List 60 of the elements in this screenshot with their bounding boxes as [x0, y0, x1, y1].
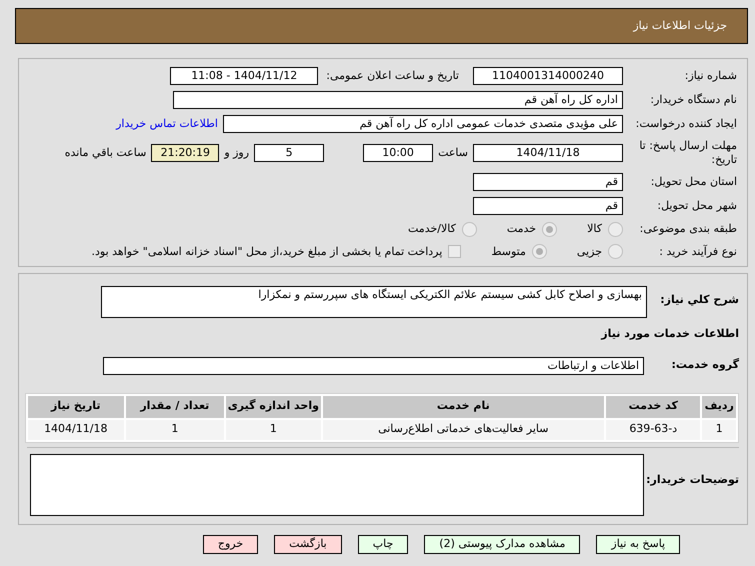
checkbox-label: پرداخت تمام یا بخشی از مبلغ خرید،از محل "اسناد خزانه اسلامی" خواهد بود. — [92, 244, 442, 260]
action-button[interactable]: خروج — [202, 534, 258, 554]
field-label: شماره نیاز: — [684, 68, 737, 84]
column-header: نام خدمت — [322, 396, 604, 418]
option-label: خدمت — [506, 221, 536, 237]
text-field[interactable]: اداره کل راه آهن قم — [173, 91, 623, 109]
text-field[interactable]: 1404/11/12 - 11:08 — [170, 67, 318, 85]
field-label: استان محل تحویل: — [650, 174, 737, 190]
column-header: کد خدمت — [606, 396, 700, 418]
field-label: مهلت ارسال پاسخ: تا تاریخ: — [638, 139, 737, 167]
text-field[interactable]: 5 — [254, 144, 324, 162]
radio-button[interactable] — [608, 222, 623, 237]
text-field[interactable]: 1104001314000240 — [473, 67, 623, 85]
field-label: شهر محل تحویل: — [656, 198, 737, 214]
field-label: ساعت — [438, 144, 468, 161]
table-cell: د-63-639 — [606, 420, 700, 440]
action-button[interactable]: پاسخ به نیاز — [596, 534, 680, 554]
field-label: روز و — [224, 144, 250, 161]
text-field[interactable]: 10:00 — [363, 144, 434, 162]
text-field[interactable]: 1404/11/18 — [473, 144, 623, 162]
radio-button[interactable] — [532, 244, 547, 260]
option-label: کالا/خدمت — [408, 221, 456, 237]
description-field[interactable]: بهسازی و اصلاح کابل کشی سیستم علائم الکتریکی ایستگاه های سپررستم و نمکزارا — [101, 286, 647, 318]
column-header: واحد اندازه گیری — [226, 396, 321, 418]
option-label: کالا — [587, 221, 602, 237]
field-label: گروه خدمت: — [670, 357, 739, 374]
field-label: نوع فرآیند خرید : — [658, 244, 737, 260]
radio-button[interactable] — [462, 222, 477, 237]
column-header: تاریخ نیاز — [28, 396, 124, 418]
table-cell: 1 — [702, 420, 736, 440]
text-field[interactable]: قم — [473, 173, 623, 191]
field-label: شرح کلي نیاز: — [659, 292, 739, 308]
table-cell: 1 — [226, 420, 321, 440]
option-label: جزیی — [576, 244, 602, 260]
field-label: توضیحات خریدار: — [645, 472, 739, 486]
table-cell: 1 — [126, 420, 224, 440]
table-cell: سایر فعالیت‌های خدماتی اطلاع‌رسانی — [322, 420, 604, 440]
checkbox[interactable] — [448, 245, 462, 258]
text-field[interactable]: اطلاعات و ارتباطات — [103, 356, 644, 374]
option-label: متوسط — [491, 244, 526, 260]
field-label: ساعت باقي مانده — [64, 144, 146, 161]
text-field[interactable]: قم — [473, 197, 623, 215]
column-header: تعداد / مقدار — [126, 396, 224, 418]
field-label: ایجاد کننده درخواست: — [634, 116, 737, 132]
action-button[interactable]: چاپ — [358, 534, 408, 554]
notes-field[interactable] — [30, 454, 644, 516]
table-cell: 1404/11/18 — [28, 420, 124, 440]
field-label: نام دستگاه خریدار: — [649, 92, 737, 108]
section-title: اطلاعات خدمات مورد نیاز — [601, 326, 739, 342]
action-button[interactable]: مشاهده مدارک پیوستی (2) — [424, 534, 580, 554]
page-title: جزئیات اطلاعات نیاز — [633, 18, 727, 34]
radio-button[interactable] — [608, 244, 623, 260]
countdown-field: 21:20:19 — [151, 144, 220, 162]
field-label: تاریخ و ساعت اعلان عمومی: — [326, 68, 459, 84]
column-header: ردیف — [702, 396, 736, 418]
buyer-contact-link[interactable]: اطلاعات تماس خریدار — [116, 116, 218, 132]
action-button[interactable]: بازگشت — [274, 534, 342, 554]
radio-button[interactable] — [542, 222, 558, 237]
field-label: طبقه بندی موضوعی: — [638, 221, 737, 237]
text-field[interactable]: علی مؤیدی متصدی خدمات عمومی اداره کل راه آهن قم — [223, 115, 623, 133]
